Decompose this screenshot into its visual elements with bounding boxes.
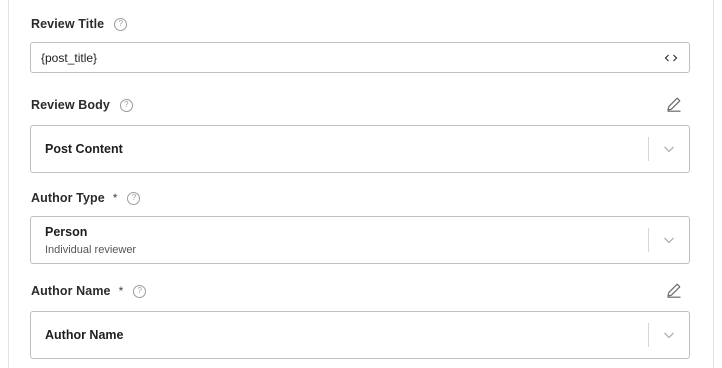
author-name-selected: Author Name — [45, 312, 123, 358]
select-separator — [648, 137, 649, 161]
author-name-label: Author Name — [31, 284, 111, 298]
panel-left-border — [8, 0, 9, 368]
pencil-icon[interactable] — [665, 95, 683, 113]
author-type-selected: Person Individual reviewer — [45, 217, 136, 263]
chevron-down-icon[interactable] — [663, 234, 675, 246]
author-type-description: Individual reviewer — [45, 243, 137, 256]
help-icon[interactable]: ? — [114, 17, 128, 31]
pencil-icon[interactable] — [665, 281, 683, 299]
author-type-select[interactable]: Person Individual reviewer — [30, 216, 690, 264]
author-type-value: Person — [45, 224, 88, 239]
required-asterisk: * — [118, 284, 124, 298]
review-body-label-row: Review Body ? — [31, 94, 691, 116]
chevron-down-icon[interactable] — [663, 143, 675, 155]
author-type-label-row: Author Type * ? — [31, 187, 691, 209]
select-separator — [648, 228, 649, 252]
author-type-label: Author Type — [31, 191, 105, 205]
review-title-label: Review Title — [31, 17, 105, 31]
panel-right-border — [713, 0, 714, 368]
required-asterisk: * — [112, 191, 118, 205]
review-title-field[interactable] — [30, 42, 690, 73]
review-body-selected: Post Content — [45, 126, 123, 172]
review-body-label: Review Body — [31, 98, 110, 112]
help-icon[interactable]: ? — [119, 98, 133, 112]
help-icon[interactable]: ? — [133, 284, 147, 298]
review-title-label-row: Review Title ? — [31, 13, 691, 35]
author-name-label-row: Author Name * ? — [31, 280, 691, 302]
author-name-value: Author Name — [45, 328, 124, 342]
review-body-value: Post Content — [45, 142, 123, 156]
help-icon[interactable]: ? — [127, 191, 141, 205]
review-body-select[interactable]: Post Content — [30, 125, 690, 173]
code-brackets-icon[interactable] — [663, 50, 679, 66]
review-title-input[interactable] — [31, 43, 663, 72]
chevron-down-icon[interactable] — [663, 329, 675, 341]
select-separator — [648, 323, 649, 347]
author-name-select[interactable]: Author Name — [30, 311, 690, 359]
